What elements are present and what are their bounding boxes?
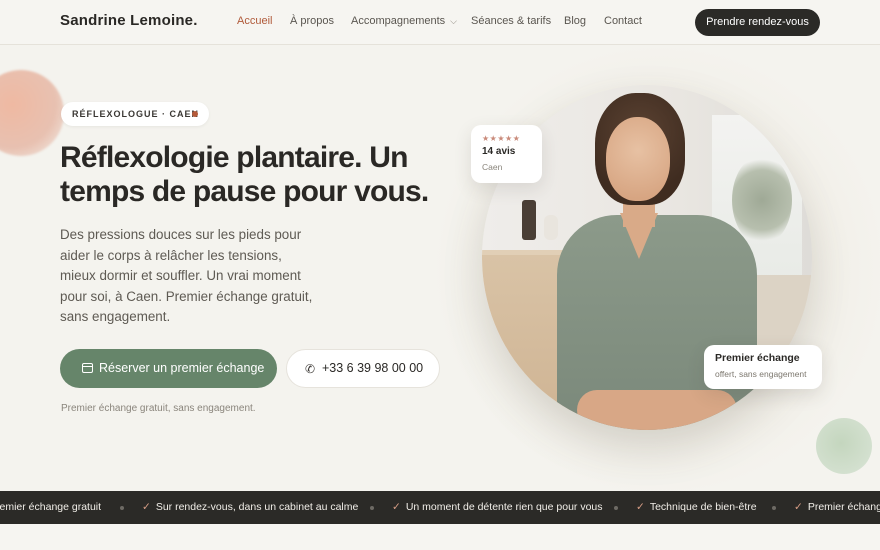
brand-logo[interactable]: Sandrine Lemoine. xyxy=(60,12,198,29)
offer-title: Premier échange xyxy=(715,352,800,364)
badge-dot xyxy=(192,111,198,117)
phone-button[interactable]: ✆ +33 6 39 98 00 00 xyxy=(286,349,440,388)
photo-person-arms xyxy=(577,390,737,430)
ticker-item-text: Technique de bien-être xyxy=(649,501,757,513)
photo-vase xyxy=(544,215,558,240)
ticker-separator xyxy=(614,506,618,510)
ticker-item: ✓ Premier échange xyxy=(794,501,880,513)
nav-item-contact[interactable]: Contact xyxy=(604,15,642,27)
next-section-edge xyxy=(0,524,880,550)
ticker-item: ✓ Un moment de détente rien que pour vous xyxy=(392,501,603,513)
decorative-blob-peach xyxy=(0,70,64,156)
phone-button-label: +33 6 39 98 00 00 xyxy=(322,361,424,375)
headline-line-1: Réflexologie plantaire. Un xyxy=(60,141,408,174)
hero-lead: Des pressions douces sur les pieds pour … xyxy=(60,227,313,324)
ticker-separator xyxy=(370,506,374,510)
check-icon: ✓ xyxy=(794,501,803,513)
check-icon: ✓ xyxy=(392,501,401,513)
ticker-separator xyxy=(772,506,776,510)
hero-headline: Réflexologie plantaire. Un temps de paus… xyxy=(60,141,440,209)
ticker-item-text: Sur rendez-vous, dans un cabinet au calm… xyxy=(155,501,359,513)
nav-item-accompagnements-label: Accompagnements xyxy=(351,15,446,27)
decorative-blob-green xyxy=(816,418,872,474)
features-ticker: remier échange gratuit ✓ Sur rendez-vous,… xyxy=(0,491,880,524)
offer-subtitle: offert, sans engagement xyxy=(715,369,807,379)
photo-person-face xyxy=(606,117,670,201)
reviews-card: ★★★★★ 14 avis Caen xyxy=(471,125,542,183)
star-rating-icon: ★★★★★ xyxy=(482,134,521,143)
reserve-first-exchange-button[interactable]: Réserver un premier échange xyxy=(60,349,277,388)
calendar-icon xyxy=(82,363,93,373)
reviews-count: 14 avis xyxy=(482,146,516,157)
ticker-item-text: remier échange gratuit xyxy=(0,501,102,513)
photo-bottle xyxy=(522,200,536,240)
chevron-down-icon: ⌵ xyxy=(450,16,457,26)
nav-item-seances-tarifs[interactable]: Séances & tarifs xyxy=(471,15,551,27)
book-appointment-button[interactable]: Prendre rendez-vous xyxy=(695,9,820,36)
badge-label: RÉFLEXOLOGUE · CAEN xyxy=(72,109,200,119)
check-icon: ✓ xyxy=(636,501,645,513)
ticker-item-text: Premier échange xyxy=(807,501,880,513)
nav-item-accompagnements[interactable]: Accompagnements ⌵ xyxy=(351,15,457,27)
ticker-separator xyxy=(120,506,124,510)
offer-card: Premier échange offert, sans engagement xyxy=(704,345,822,389)
check-icon: ✓ xyxy=(142,501,151,513)
profession-badge: RÉFLEXOLOGUE · CAEN xyxy=(61,102,209,126)
ticker-item: remier échange gratuit xyxy=(0,501,101,513)
ticker-item: ✓ Sur rendez-vous, dans un cabinet au cal… xyxy=(142,501,358,513)
phone-icon: ✆ xyxy=(305,362,316,376)
ticker-item-text: Un moment de détente rien que pour vous xyxy=(405,501,603,513)
reviews-city: Caen xyxy=(482,162,503,172)
site-header: Sandrine Lemoine. Accueil À propos Accom… xyxy=(0,0,880,45)
photo-plant xyxy=(732,155,792,245)
nav-item-a-propos[interactable]: À propos xyxy=(290,15,334,27)
reserve-button-label: Réserver un premier échange xyxy=(99,361,265,375)
ticker-item: ✓ Technique de bien-être xyxy=(636,501,757,513)
hero-note: Premier échange gratuit, sans engagement… xyxy=(61,403,256,414)
nav-item-blog[interactable]: Blog xyxy=(564,15,586,27)
headline-line-2: temps de pause pour vous. xyxy=(60,175,429,208)
nav-item-accueil[interactable]: Accueil xyxy=(237,15,272,27)
